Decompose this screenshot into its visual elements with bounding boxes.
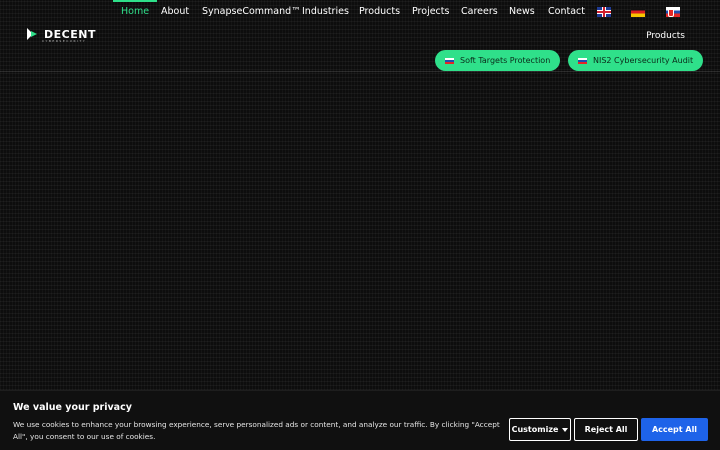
cookie-title: We value your privacy [13,402,132,413]
decent-logo[interactable]: DECENT CYBERSECURITY [26,27,96,43]
nav-about[interactable]: About [161,0,189,24]
nis2-audit-button[interactable]: NIS2 Cybersecurity Audit [568,50,704,71]
german-flag-icon[interactable] [631,7,645,17]
pill-label: NIS2 Cybersecurity Audit [593,56,694,65]
subnav-products-link[interactable]: Products [646,31,685,41]
nav-contact[interactable]: Contact [548,0,585,24]
nav-projects[interactable]: Projects [412,0,449,24]
reject-all-button[interactable]: Reject All [574,418,638,441]
accept-all-button[interactable]: Accept All [641,418,708,441]
english-flag-icon[interactable] [597,7,611,17]
main-nav: Home About SynapseCommand™ Industries Pr… [0,0,720,24]
cookie-description: We use cookies to enhance your browsing … [13,420,500,441]
pill-label: Soft Targets Protection [460,56,551,65]
logo-tagline: CYBERSECURITY [42,39,87,43]
slovak-flag-icon [445,57,454,64]
customize-label: Customize [511,425,559,434]
nav-products[interactable]: Products [359,0,400,24]
customize-button[interactable]: Customize [509,418,571,441]
nav-careers[interactable]: Careers [461,0,498,24]
slovak-flag-icon [578,57,587,64]
soft-targets-protection-button[interactable]: Soft Targets Protection [435,50,561,71]
nav-home[interactable]: Home [112,0,158,24]
chevron-down-icon [562,427,569,432]
nav-industries[interactable]: Industries [302,0,349,24]
nav-news[interactable]: News [509,0,535,24]
slovak-flag-icon[interactable] [666,7,680,17]
nav-synapsecommand[interactable]: SynapseCommand™ [202,0,301,24]
decent-logo-icon [27,28,37,40]
logo-wordmark: DECENT [44,27,96,41]
